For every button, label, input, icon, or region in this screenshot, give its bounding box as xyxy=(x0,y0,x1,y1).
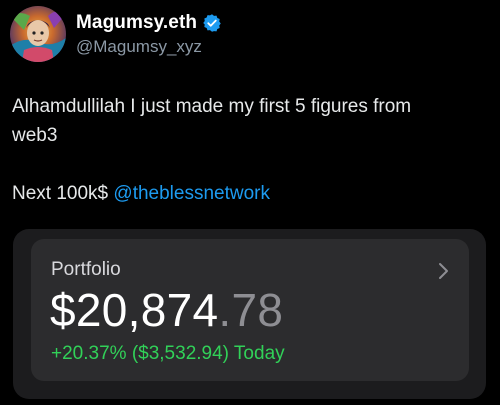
portfolio-label: Portfolio xyxy=(51,259,121,280)
chevron-right-icon[interactable] xyxy=(437,262,451,280)
portfolio-change: +20.37% ($3,532.94) Today xyxy=(51,343,285,364)
balance-cents: .78 xyxy=(218,284,284,336)
verified-icon xyxy=(202,13,222,33)
tweet-text-line-1: Alhamdullilah I just made my first 5 fig… xyxy=(12,96,412,117)
portfolio-balance: $20,874.78 xyxy=(50,283,283,337)
user-handle[interactable]: @Magumsy_xyz xyxy=(76,37,222,57)
tweet-header: Magumsy.eth @Magumsy_xyz xyxy=(10,6,222,62)
tweet-text-prefix: Next 100k$ xyxy=(12,183,114,204)
avatar[interactable] xyxy=(10,6,66,62)
tweet-text: Alhamdullilah I just made my first 5 fig… xyxy=(12,92,482,208)
tweet-text-line-3: Next 100k$ @theblessnetwork xyxy=(12,179,482,208)
mention-link[interactable]: @theblessnetwork xyxy=(113,183,270,204)
tweet-text-spacer xyxy=(12,150,482,179)
tweet-text-line-2: web3 xyxy=(12,125,58,146)
display-name[interactable]: Magumsy.eth xyxy=(76,12,197,34)
user-info: Magumsy.eth @Magumsy_xyz xyxy=(76,12,222,57)
balance-main: $20,874 xyxy=(50,284,219,336)
name-row: Magumsy.eth xyxy=(76,12,222,34)
